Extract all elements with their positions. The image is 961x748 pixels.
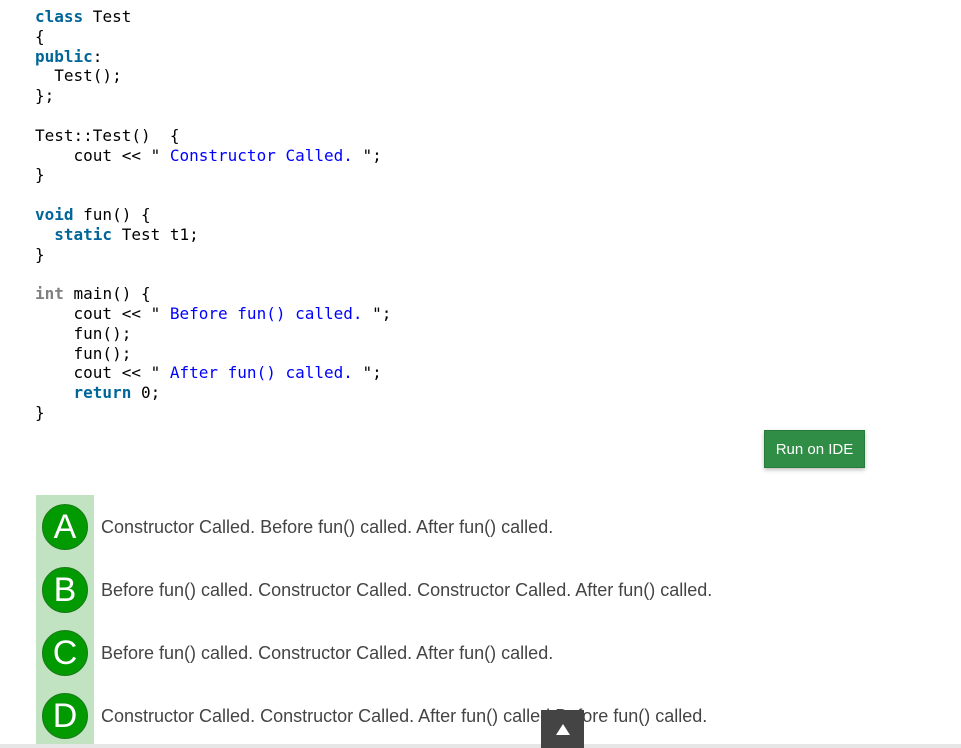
code-token: fun(); [35,323,132,343]
code-line: cout << " Constructor Called. "; [35,146,391,166]
code-token: } [35,165,45,185]
code-token: int [35,284,64,304]
code-token: } [35,244,45,264]
code-token: }; [35,86,55,106]
code-line: } [35,245,391,265]
run-on-ide-label: Run on IDE [775,440,854,458]
code-token: fun() { [73,204,151,224]
code-line: public: [35,47,391,67]
code-token: static [54,224,113,244]
code-line: fun(); [35,344,391,364]
code-line: return 0; [35,383,391,403]
code-line: }; [35,86,391,106]
option-c[interactable]: C Before fun() called. Constructor Calle… [36,628,553,678]
code-snippet: class Test{public: Test();}; Test::Test()… [35,7,391,423]
code-token: cout << " [35,145,161,165]
code-token: void [35,204,74,224]
code-token: Test t1; [112,224,199,244]
code-token: class [35,7,84,26]
code-token: Before fun() called. [160,303,373,323]
code-line: static Test t1; [35,225,391,245]
code-token: 0; [131,383,161,403]
option-letter-c: C [42,630,88,676]
code-token: cout << " [35,363,161,383]
arrow-up-icon [555,723,570,735]
code-token: Test::Test() { [35,125,180,145]
option-b[interactable]: B Before fun() called. Constructor Calle… [36,565,712,615]
option-text-c: Before fun() called. Constructor Called.… [101,642,554,663]
code-line: { [35,27,391,47]
option-letter-b: B [42,567,88,613]
run-on-ide-button[interactable]: Run on IDE [764,430,865,468]
code-line: void fun() { [35,205,391,225]
code-token: public [35,46,93,66]
code-line: class Test [35,7,391,27]
code-token: main() { [63,284,151,304]
code-token: "; [362,363,382,383]
code-token: cout << " [35,303,161,323]
code-token: Test [83,7,132,26]
option-d[interactable]: D Constructor Called. Constructor Called… [36,691,707,741]
code-token: Test(); [35,66,122,86]
code-line: fun(); [35,324,391,344]
code-token: "; [372,303,392,323]
option-text-a: Constructor Called. Before fun() called.… [101,516,554,537]
code-line: } [35,403,391,423]
option-text-d: Constructor Called. Constructor Called. … [101,705,708,726]
option-a[interactable]: A Constructor Called. Before fun() calle… [36,502,553,552]
code-token: "; [362,145,382,165]
code-token: return [73,383,132,403]
code-line: cout << " After fun() called. "; [35,363,391,383]
code-line: int main() { [35,284,391,304]
code-token: : [92,46,103,66]
code-token: Constructor Called. [160,145,363,165]
option-text-b: Before fun() called. Constructor Called.… [101,579,713,600]
option-letter-a: A [42,504,88,550]
code-token: fun(); [35,343,132,363]
scroll-to-top-button[interactable] [541,710,584,748]
code-line: cout << " Before fun() called. "; [35,303,392,324]
code-token: After fun() called. [160,363,363,383]
code-line: Test::Test() { [35,126,391,146]
code-token: } [35,402,45,422]
bottom-bar [0,744,961,748]
option-letter-d: D [42,693,88,739]
code-line: } [35,165,391,185]
code-line: Test(); [35,66,391,86]
code-token: { [35,26,45,46]
